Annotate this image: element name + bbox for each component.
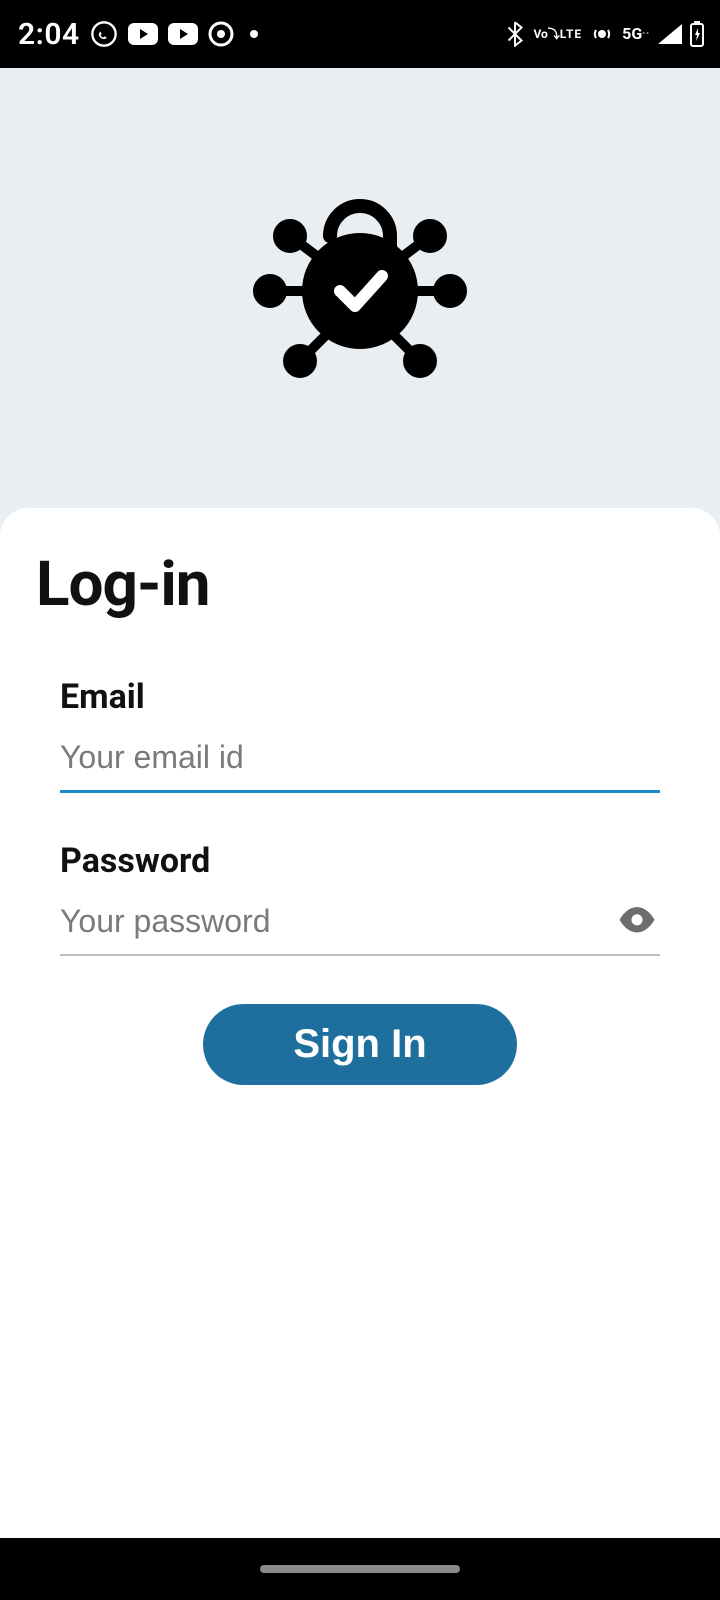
status-bar-left: 2:04 [18,17,258,52]
password-input[interactable] [60,895,660,954]
password-input-wrap [60,895,660,956]
email-label: Email [60,677,660,717]
dot-icon [250,30,258,38]
email-input[interactable] [60,731,660,790]
toggle-password-visibility-icon[interactable] [618,905,656,937]
youtube-icon [128,23,158,45]
sign-in-button[interactable]: Sign In [203,1004,516,1085]
youtube-icon [168,23,198,45]
secure-network-lock-icon [250,181,470,395]
hotspot-icon [590,22,614,46]
system-nav-bar [0,1538,720,1600]
email-input-wrap [60,731,660,793]
hero-section [0,68,720,508]
login-title: Log-in [36,548,684,621]
network-type-text: 5G [622,26,642,42]
password-field-group: Password [60,841,660,956]
email-field-group: Email [60,677,660,793]
login-form: Email Password Sig [36,677,684,1085]
battery-charging-icon [690,21,704,47]
cellular-signal-icon [658,24,682,44]
status-time: 2:04 [18,17,80,52]
password-label: Password [60,841,660,881]
network-type-label: 5G •• [622,26,650,42]
gesture-handle-icon[interactable] [260,1565,460,1573]
app-content: Log-in Email Password [0,68,720,1538]
volte-icon: Vo⤵ LTE [533,28,582,40]
bluetooth-icon [505,21,525,47]
whatsapp-icon [90,20,118,48]
status-bar: 2:04 [0,0,720,68]
circle-icon [208,21,234,47]
signin-row: Sign In [60,1004,660,1085]
status-bar-right: Vo⤵ LTE 5G •• [505,21,704,47]
login-card: Log-in Email Password [0,508,720,1538]
